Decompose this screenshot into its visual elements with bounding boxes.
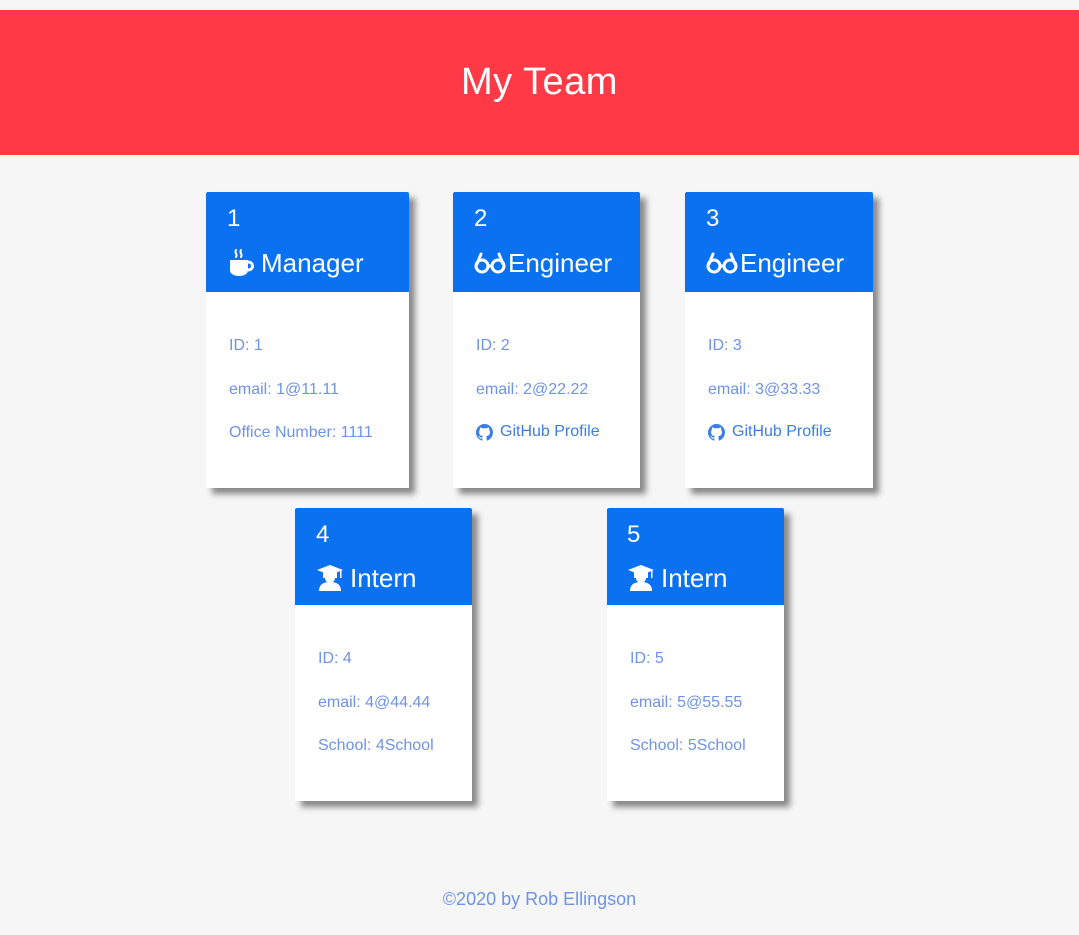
employee-id: ID: 3 <box>708 337 742 354</box>
github-icon <box>476 423 493 441</box>
employee-name: 3 <box>706 205 720 232</box>
employee-role: Engineer <box>474 248 640 278</box>
role-label: Intern <box>350 563 417 593</box>
employee-id: ID: 4 <box>318 650 352 667</box>
github-profile-label: GitHub Profile <box>732 423 832 440</box>
employee-name: 2 <box>474 205 488 232</box>
card-header: 3 Engineer <box>685 192 873 292</box>
employee-name: 5 <box>627 521 641 548</box>
school: School: 4School <box>318 737 434 754</box>
employee-role: Engineer <box>706 248 873 278</box>
github-icon <box>708 423 725 441</box>
employee-id: ID: 2 <box>476 337 510 354</box>
page: My Team 1 Manager ID: 1 email: 1@11.11 O… <box>0 0 1079 935</box>
coffee-icon <box>227 249 259 277</box>
page-header: My Team <box>0 10 1079 155</box>
github-profile-link[interactable]: GitHub Profile <box>476 423 600 441</box>
employee-card-engineer: 3 Engineer ID: 3 email: 3@33.33 GitHub P… <box>685 192 873 488</box>
role-label: Engineer <box>740 248 845 278</box>
glasses-icon <box>706 249 738 277</box>
card-header: 5 Intern <box>607 508 784 605</box>
employee-id: ID: 5 <box>630 650 664 667</box>
glasses-icon <box>474 249 506 277</box>
card-header: 1 Manager <box>206 192 409 292</box>
employee-role: Intern <box>316 563 472 593</box>
employee-email[interactable]: email: 5@55.55 <box>630 694 742 712</box>
employee-card-intern: 4 Intern ID: 4 email: 4@44.44 School: 4S… <box>295 508 472 801</box>
page-title: My Team <box>461 61 618 103</box>
school: School: 5School <box>630 737 746 754</box>
footer-copyright: ©2020 by Rob Ellingson <box>442 889 637 909</box>
employee-id: ID: 1 <box>229 337 263 354</box>
card-header: 2 Engineer <box>453 192 640 292</box>
employee-card-engineer: 2 Engineer ID: 2 email: 2@22.22 GitHub P… <box>453 192 640 488</box>
github-profile-link[interactable]: GitHub Profile <box>708 423 832 441</box>
office-number: Office Number: 1111 <box>229 424 373 441</box>
card-header: 4 Intern <box>295 508 472 605</box>
role-label: Engineer <box>508 248 613 278</box>
employee-email[interactable]: email: 1@11.11 <box>229 381 339 399</box>
graduate-icon <box>316 564 348 592</box>
role-label: Manager <box>261 248 364 278</box>
employee-card-manager: 1 Manager ID: 1 email: 1@11.11 Office Nu… <box>206 192 409 488</box>
role-label: Intern <box>661 563 728 593</box>
employee-email[interactable]: email: 4@44.44 <box>318 694 430 712</box>
employee-role: Intern <box>627 563 784 593</box>
employee-email[interactable]: email: 2@22.22 <box>476 381 588 399</box>
graduate-icon <box>627 564 659 592</box>
github-profile-label: GitHub Profile <box>500 423 600 440</box>
employee-email[interactable]: email: 3@33.33 <box>708 381 820 399</box>
employee-role: Manager <box>227 248 409 278</box>
employee-name: 1 <box>227 205 241 232</box>
employee-name: 4 <box>316 521 330 548</box>
employee-card-intern: 5 Intern ID: 5 email: 5@55.55 School: 5S… <box>607 508 784 801</box>
